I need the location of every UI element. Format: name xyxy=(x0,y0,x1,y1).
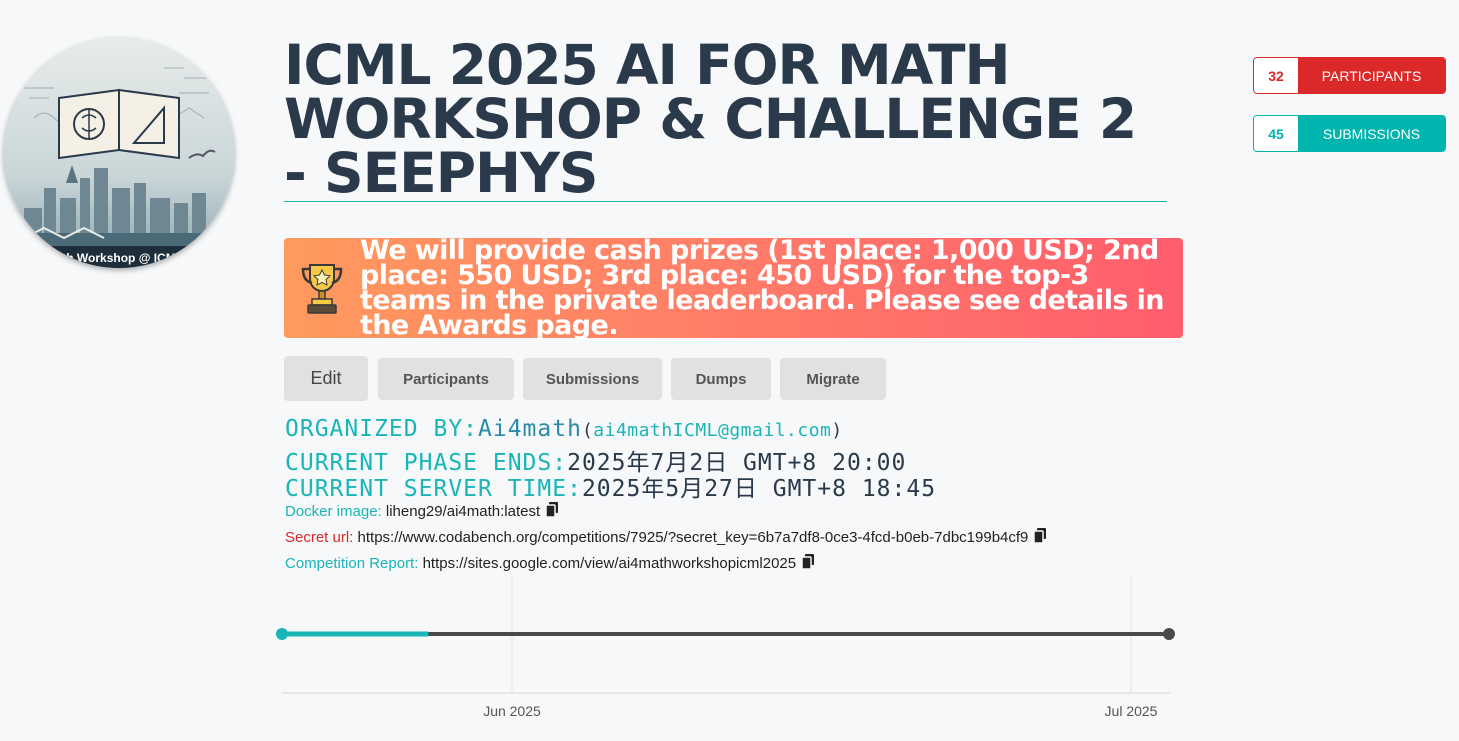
tick-label-jun: Jun 2025 xyxy=(483,703,541,719)
participants-count: 32 xyxy=(1254,58,1298,93)
timeline-start-marker[interactable] xyxy=(276,628,288,640)
submissions-count: 45 xyxy=(1254,116,1298,151)
competition-logo: th Workshop @ ICM xyxy=(4,38,234,268)
timeline-chart: Jun 2025 Jul 2025 xyxy=(276,575,1175,719)
copy-icon[interactable] xyxy=(801,554,815,573)
submissions-stat-button[interactable]: 45 SUBMISSIONS xyxy=(1253,115,1446,152)
organizer-email-link[interactable]: ai4mathICML@gmail.com xyxy=(593,420,831,441)
docker-image-line: Docker image: liheng29/ai4math:latest xyxy=(285,502,559,521)
docker-image-value: liheng29/ai4math:latest xyxy=(385,503,541,520)
participants-label: PARTICIPANTS xyxy=(1298,58,1445,93)
organized-by-line: ORGANIZED BY:Ai4math(ai4mathICML@gmail.c… xyxy=(285,416,843,442)
docker-image-label: Docker image: xyxy=(285,503,382,520)
server-time-label: CURRENT SERVER TIME: xyxy=(285,476,582,502)
edit-button[interactable]: Edit xyxy=(284,356,368,401)
submissions-label: SUBMISSIONS xyxy=(1298,116,1445,151)
phase-timeline: Jun 2025 Jul 2025 xyxy=(270,575,1190,740)
competition-report-label: Competition Report: xyxy=(285,555,419,572)
secret-url-value: https://www.codabench.org/competitions/7… xyxy=(357,529,1029,546)
copy-icon[interactable] xyxy=(545,502,559,521)
submissions-button[interactable]: Submissions xyxy=(523,358,662,400)
title-divider xyxy=(284,201,1167,202)
copy-icon[interactable] xyxy=(1033,528,1047,547)
server-time-value: 2025年5月27日 GMT+8 18:45 xyxy=(581,476,937,502)
timeline-end-marker[interactable] xyxy=(1163,628,1175,640)
banner-text: We will provide cash prizes (1st place: … xyxy=(360,235,1165,341)
server-time-line: CURRENT SERVER TIME:2025年5月27日 GMT+8 18:… xyxy=(285,469,936,503)
page-title: ICML 2025 AI FOR MATH WORKSHOP & CHALLEN… xyxy=(284,33,1137,205)
competition-report-line: Competition Report: https://sites.google… xyxy=(285,554,815,573)
prize-announcement-banner: We will provide cash prizes (1st place: … xyxy=(284,235,1183,341)
tick-label-jul: Jul 2025 xyxy=(1105,703,1158,719)
logo-caption: th Workshop @ ICM xyxy=(62,251,175,265)
participants-button[interactable]: Participants xyxy=(378,358,514,400)
organized-by-label: ORGANIZED BY: xyxy=(285,416,479,442)
migrate-button[interactable]: Migrate xyxy=(780,358,886,400)
dumps-button[interactable]: Dumps xyxy=(671,358,771,400)
trophy-icon xyxy=(284,261,360,315)
organizer-name: Ai4math xyxy=(478,416,582,442)
secret-url-line: Secret url: https://www.codabench.org/co… xyxy=(285,528,1047,547)
participants-stat-button[interactable]: 32 PARTICIPANTS xyxy=(1253,57,1446,94)
secret-url-label: Secret url: xyxy=(285,529,354,546)
competition-report-value: https://sites.google.com/view/ai4mathwor… xyxy=(422,555,797,572)
